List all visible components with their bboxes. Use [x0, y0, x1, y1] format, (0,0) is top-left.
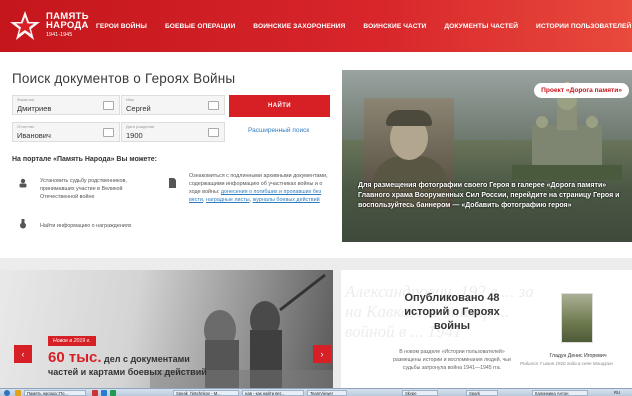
- surname-label: Фамилия: [17, 97, 34, 102]
- portal-heading: На портале «Память Народа» Вы можете:: [12, 156, 158, 163]
- document-icon: [169, 178, 176, 188]
- app-icon[interactable]: [101, 390, 107, 396]
- patronymic-label: Отчество: [17, 124, 35, 129]
- menu-item-burials[interactable]: ВОИНСКИЕ ЗАХОРОНЕНИЯ: [253, 23, 345, 30]
- taskbar-item-browser[interactable]: Память народа::По...: [24, 390, 86, 396]
- birthdate-value: 1900: [126, 131, 143, 140]
- star-logo-icon: [10, 11, 40, 40]
- promo-line2: частей и картами боевых действий: [48, 367, 207, 377]
- menu-item-user-stories[interactable]: ИСТОРИИ ПОЛЬЗОВАТЕЛЕЙ: [536, 23, 631, 30]
- advanced-search-link[interactable]: Расширенный поиск: [248, 127, 309, 134]
- browser-icon[interactable]: [15, 390, 21, 396]
- language-indicator[interactable]: RU: [614, 390, 628, 396]
- menu-item-heroes[interactable]: ГЕРОИ ВОЙНЫ: [96, 23, 147, 30]
- link-combat-logs[interactable]: журналы боевых действий: [253, 197, 320, 203]
- keyboard-icon[interactable]: [103, 101, 114, 110]
- windows-taskbar: Память народа::По... Speak_hitschnkov - …: [0, 388, 632, 396]
- name-label: Имя: [126, 97, 134, 102]
- find-button[interactable]: НАЙТИ: [229, 95, 330, 117]
- patronymic-value: Иванович: [17, 131, 51, 140]
- logo-line-2: НАРОДА: [46, 20, 89, 31]
- keyboard-icon[interactable]: [103, 128, 114, 137]
- taskbar-item-user[interactable]: Калинкина Антон: [532, 390, 588, 396]
- taskbar-item-search[interactable]: нав - как найти вет...: [242, 390, 304, 396]
- soldier-cap: [386, 110, 432, 126]
- main-menu: ГЕРОИ ВОЙНЫ БОЕВЫЕ ОПЕРАЦИИ ВОИНСКИЕ ЗАХ…: [96, 0, 632, 52]
- banner-text: Для размещения фотографии своего Героя в…: [358, 182, 620, 209]
- menu-item-operations[interactable]: БОЕВЫЕ ОПЕРАЦИИ: [165, 23, 235, 30]
- keyboard-icon[interactable]: [208, 101, 219, 110]
- feature-documents: Ознакомиться с подлинными архивными доку…: [189, 173, 328, 203]
- road-of-memory-banner[interactable]: Проект «Дорога памяти» Для размещения фо…: [342, 70, 632, 242]
- taskbar-item-spark[interactable]: Spark: [466, 390, 498, 396]
- medal-icon: [20, 219, 26, 229]
- new-badge: Новое в 2019 г.: [48, 336, 96, 346]
- link-award-sheets[interactable]: наградные листы: [206, 197, 250, 203]
- top-navigation-bar: ПАМЯТЬ НАРОДА 1941-1945 ГЕРОИ ВОЙНЫ БОЕВ…: [0, 0, 632, 52]
- menu-item-units[interactable]: ВОИНСКИЕ ЧАСТИ: [363, 23, 426, 30]
- slider-next-button[interactable]: ›: [313, 345, 331, 363]
- stories-title: Опубликовано 48 историй о Героях войны: [404, 292, 500, 332]
- taskbar-item-teamviewer[interactable]: TeamViewer: [307, 390, 347, 396]
- hero-description: Родился 7 июня 1920 года в селе Мишурин: [520, 361, 613, 366]
- feature-awards: Найти информацию о награждениях: [40, 223, 132, 229]
- name-value: Сергей: [126, 104, 151, 113]
- stories-description: В новом разделе «Истории пользователей» …: [393, 349, 511, 371]
- menu-item-unit-documents[interactable]: ДОКУМЕНТЫ ЧАСТЕЙ: [444, 23, 518, 30]
- hero-photo[interactable]: [561, 293, 593, 343]
- search-title: Поиск документов о Героях Войны: [12, 71, 236, 86]
- people-icon: [19, 178, 27, 188]
- app-icon[interactable]: [92, 390, 98, 396]
- name-field[interactable]: Имя Сергей: [121, 95, 225, 115]
- birthdate-field[interactable]: Дата рождения 1900: [121, 122, 225, 142]
- hero-name: Гладун Денис Игоревич: [549, 353, 607, 359]
- surname-value: Дмитриев: [17, 104, 52, 113]
- promo-headline: 60 тыс. дел с документами: [48, 349, 190, 366]
- taskbar-item-skype[interactable]: Skype: [402, 390, 438, 396]
- logo-text: ПАМЯТЬ НАРОДА 1941-1945: [46, 12, 89, 40]
- feature-fate: Установить судьбу родственников, принима…: [40, 178, 127, 200]
- birthdate-label: Дата рождения: [126, 124, 155, 129]
- promo-line1: дел с документами: [101, 354, 190, 364]
- surname-field[interactable]: Фамилия Дмитриев: [12, 95, 120, 115]
- slider-prev-button[interactable]: ‹: [14, 345, 32, 363]
- start-button-icon[interactable]: [4, 390, 10, 396]
- patronymic-field[interactable]: Отчество Иванович: [12, 122, 120, 142]
- promo-number: 60 тыс.: [48, 349, 102, 366]
- logo-years: 1941-1945: [46, 32, 73, 38]
- taskbar-item-document[interactable]: Speak_hitschnkov - M...: [173, 390, 239, 396]
- app-icon[interactable]: [110, 390, 116, 396]
- road-of-memory-pill[interactable]: Проект «Дорога памяти»: [534, 83, 629, 98]
- calendar-icon[interactable]: [208, 128, 219, 137]
